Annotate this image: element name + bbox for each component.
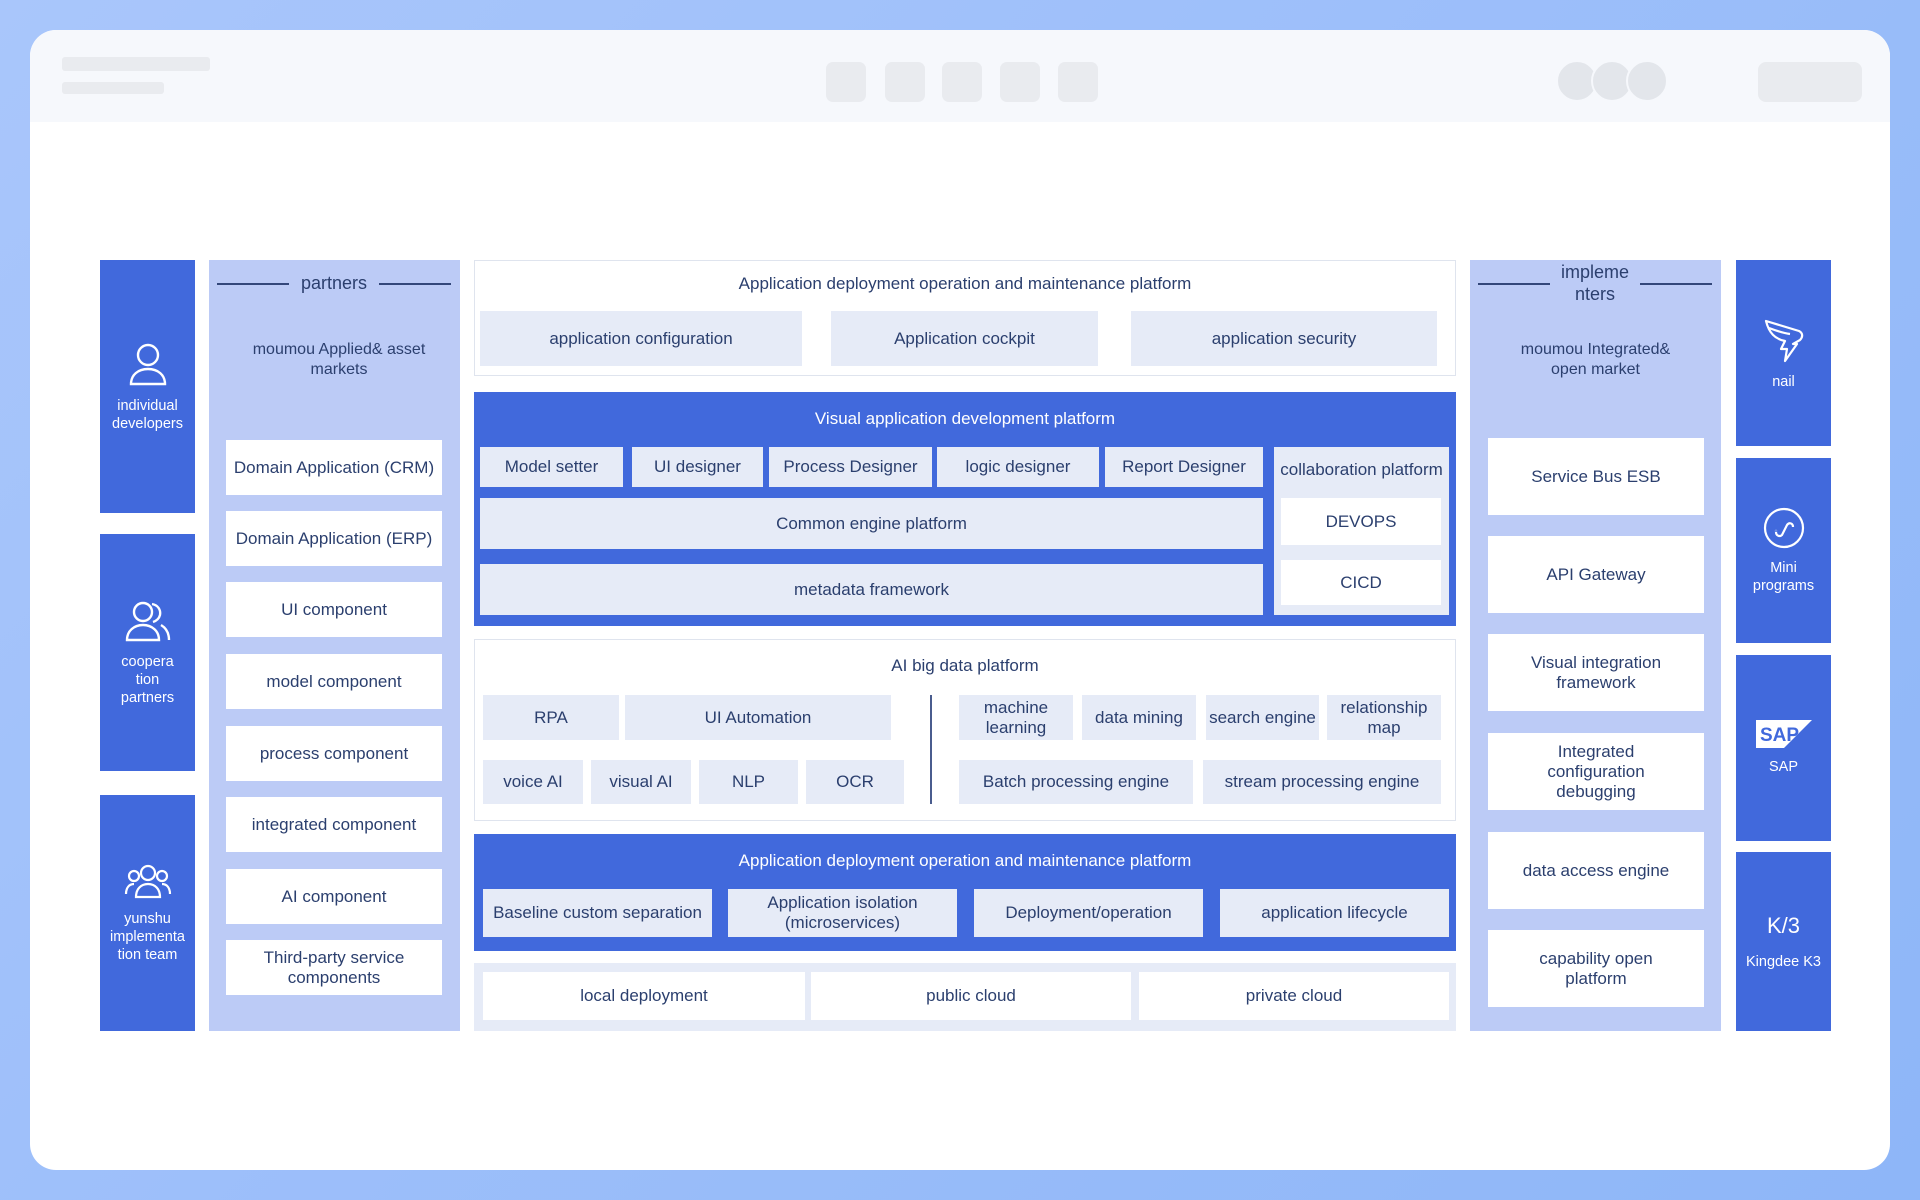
actor-label: coopera tion partners [120,653,175,706]
sap-logo-icon: SAP [1755,720,1812,748]
header-rule-right [379,283,451,285]
avatar[interactable] [1626,60,1668,102]
designer-report[interactable]: Report Designer [1105,447,1263,487]
ai-item-rpa[interactable]: RPA [483,695,619,740]
metadata-framework[interactable]: metadata framework [480,564,1263,615]
partners-subtitle: moumou Applied& asset markets [252,341,426,378]
partner-item-erp[interactable]: Domain Application (ERP) [226,511,442,566]
ai-item-relationship-map[interactable]: relationship map [1327,695,1441,740]
partner-item-ui-component[interactable]: UI component [226,582,442,637]
partner-item-crm[interactable]: Domain Application (CRM) [226,440,442,495]
impl-item-capability-open[interactable]: capability open platform [1488,930,1704,1007]
ops-item-baseline-custom[interactable]: Baseline custom separation [483,889,712,937]
impl-item-data-access[interactable]: data access engine [1488,832,1704,909]
actor-individual-developers: individual developers [100,260,195,513]
designer-logic[interactable]: logic designer [937,447,1099,487]
impl-item-api-gateway[interactable]: API Gateway [1488,536,1704,613]
ops-bottom-title: Application deployment operation and mai… [738,851,1192,870]
partners-title: partners [300,272,368,293]
ops-item-application-isolation[interactable]: Application isolation (microservices) [728,889,957,937]
toolbar-button-2[interactable] [885,62,925,102]
toolbar-button-1[interactable] [826,62,866,102]
designer-ui[interactable]: UI designer [632,447,763,487]
ops-item-deployment-operation[interactable]: Deployment/operation [974,889,1203,937]
actor-yunshu-implementation-team: yunshu implementa tion team [100,795,195,1031]
users-icon [125,601,170,641]
ai-divider [930,695,932,804]
partner-item-integrated-component[interactable]: integrated component [226,797,442,852]
header-rule-left [1478,283,1550,285]
implementers-subtitle: moumou Integrated& open market [1520,341,1671,378]
kingdee-k3-icon: K/3 [1766,912,1801,938]
ai-item-visual-ai[interactable]: visual AI [591,760,691,804]
app-label: Kingdee K3 [1746,953,1821,970]
visual-dev-title: Visual application development platform [814,409,1116,428]
partner-item-ai-component[interactable]: AI component [226,869,442,924]
ai-item-stream-processing[interactable]: stream processing engine [1203,760,1441,804]
ai-item-machine-learning[interactable]: machine learning [959,695,1073,740]
app-label: nail [1772,374,1795,390]
subtitle-placeholder [62,82,164,94]
impl-item-integrated-config[interactable]: Integrated configuration debugging [1488,733,1704,810]
designer-model-setter[interactable]: Model setter [480,447,623,487]
app-kingdee-k3: K/3 Kingdee K3 [1736,852,1831,1031]
team-icon [124,864,171,899]
ops-item-app-security[interactable]: application security [1131,311,1437,366]
toolbar-button-5[interactable] [1058,62,1098,102]
ops-top-title: Application deployment operation and mai… [738,274,1192,293]
impl-item-service-bus[interactable]: Service Bus ESB [1488,438,1704,515]
user-icon [129,343,166,385]
deploy-local[interactable]: local deployment [483,972,805,1020]
header-rule-left [217,283,289,285]
toolbar-button-3[interactable] [942,62,982,102]
ops-item-application-lifecycle[interactable]: application lifecycle [1220,889,1449,937]
actor-label: yunshu implementa tion team [110,911,185,963]
actor-label: individual developers [112,397,183,432]
partner-item-model-component[interactable]: model component [226,654,442,709]
actor-cooperation-partners: coopera tion partners [100,534,195,771]
app-label: Mini programs [1752,559,1815,594]
ai-item-ocr[interactable]: OCR [806,760,904,804]
top-bar [30,30,1890,122]
deploy-private-cloud[interactable]: private cloud [1139,972,1449,1020]
title-placeholder [62,57,210,71]
implementers-title: impleme nters [1550,261,1640,307]
ai-big-data-title: AI big data platform [891,656,1039,675]
implementers-title-line1: impleme [1560,262,1630,282]
common-engine-platform[interactable]: Common engine platform [480,498,1263,549]
ai-item-search-engine[interactable]: search engine [1206,695,1319,740]
app-nail: nail [1736,260,1831,446]
ops-item-app-cockpit[interactable]: Application cockpit [831,311,1098,366]
app-label: SAP [1768,759,1798,775]
partner-item-process-component[interactable]: process component [226,726,442,781]
deploy-public-cloud[interactable]: public cloud [811,972,1131,1020]
ops-item-app-configuration[interactable]: application configuration [480,311,802,366]
svg-text:SAP: SAP [1760,725,1799,746]
dingtalk-icon [1764,319,1803,363]
mini-program-icon [1763,507,1804,548]
ai-item-nlp[interactable]: NLP [699,760,798,804]
devops-item[interactable]: DEVOPS [1281,498,1441,545]
designer-process[interactable]: Process Designer [769,447,932,487]
implementers-title-line2: nters [1574,284,1616,304]
ai-item-voice-ai[interactable]: voice AI [483,760,583,804]
app-mini-programs: Mini programs [1736,458,1831,643]
ai-item-batch-processing[interactable]: Batch processing engine [959,760,1193,804]
action-button[interactable] [1758,62,1862,102]
collaboration-platform-title: collaboration platform [1280,460,1443,479]
partner-item-third-party[interactable]: Third-party service components [226,940,442,995]
impl-item-visual-integration[interactable]: Visual integration framework [1488,634,1704,711]
toolbar-button-4[interactable] [1000,62,1040,102]
ai-item-data-mining[interactable]: data mining [1082,695,1196,740]
header-rule-right [1640,283,1712,285]
cicd-item[interactable]: CICD [1281,560,1441,605]
ai-item-ui-automation[interactable]: UI Automation [625,695,891,740]
app-sap: SAP SAP [1736,655,1831,841]
